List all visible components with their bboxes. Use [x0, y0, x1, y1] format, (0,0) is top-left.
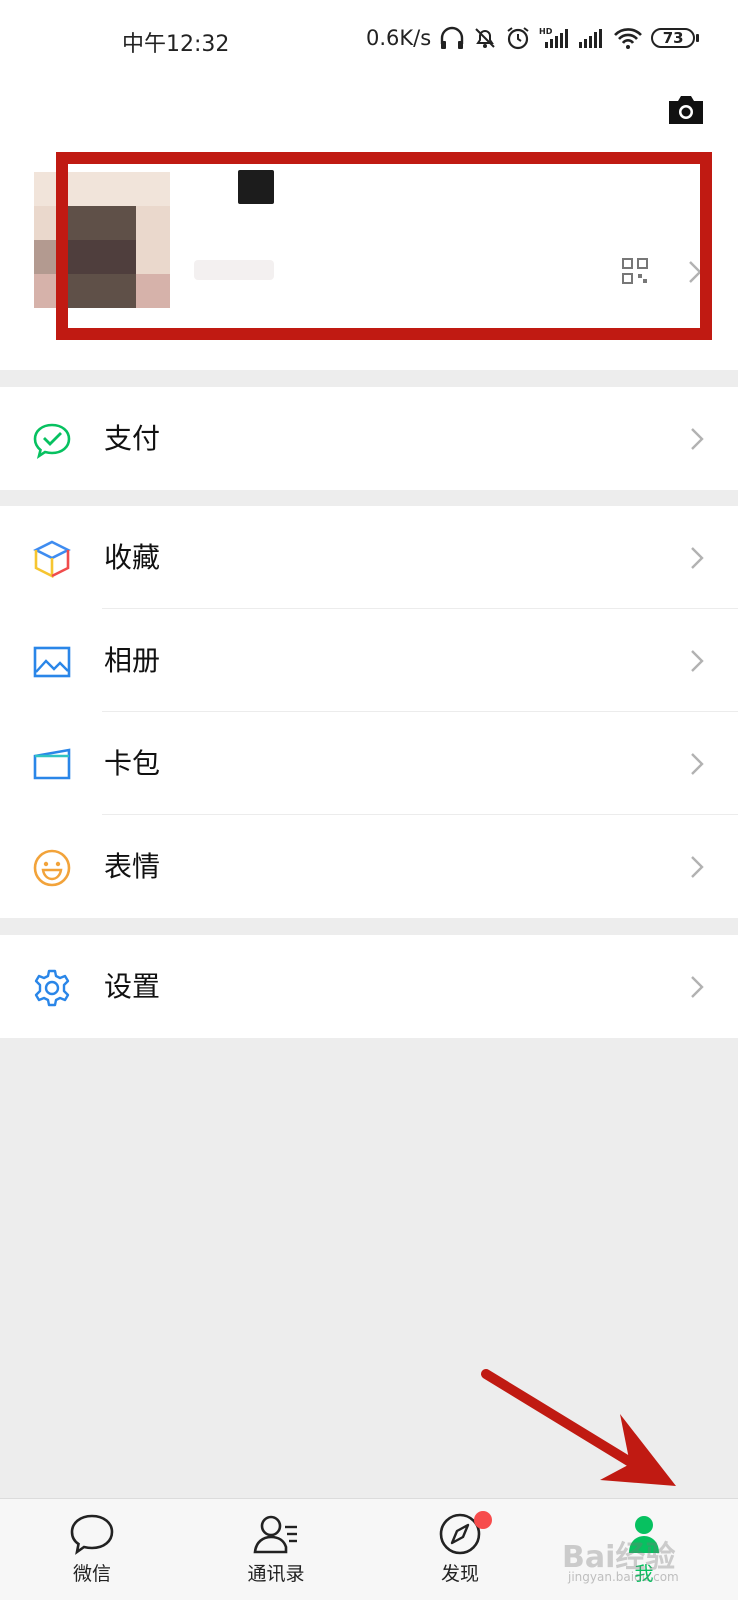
chevron-right-icon: [691, 856, 704, 878]
wechat-pay-icon: [33, 423, 71, 459]
status-icons: 0.6K/s HD 73: [366, 26, 700, 50]
album-icon: [33, 646, 71, 678]
chevron-right-icon: [691, 428, 704, 450]
menu-item-settings[interactable]: 设置: [0, 935, 738, 1038]
chat-bubble-icon: [70, 1514, 114, 1555]
hd-signal-icon: HD: [539, 27, 569, 48]
chevron-right-icon: [691, 976, 704, 998]
favorites-cube-icon: [33, 540, 71, 579]
annotation-arrow: [481, 1369, 676, 1486]
wifi-icon: [614, 28, 643, 49]
camera-icon[interactable]: [666, 90, 706, 130]
menu-item-stickers[interactable]: 表情: [0, 815, 738, 918]
battery-indicator: 73: [651, 28, 700, 48]
annotation-highlight-box: [56, 152, 712, 340]
menu-label-pay: 支付: [104, 422, 161, 455]
menu-item-cards[interactable]: 卡包: [0, 712, 738, 815]
svg-text:HD: HD: [539, 27, 553, 36]
gear-icon: [34, 969, 70, 1007]
battery-level: 73: [651, 28, 696, 48]
watermark-url: jingyan.baidu.com: [568, 1570, 679, 1584]
menu-label-album: 相册: [104, 644, 161, 677]
alarm-icon: [507, 27, 529, 50]
chevron-right-icon: [691, 547, 704, 569]
menu-label-cards: 卡包: [104, 747, 161, 780]
tab-label: 发现: [440, 1563, 479, 1585]
menu-group-settings: 设置: [0, 935, 738, 1038]
tab-discover[interactable]: 发现: [410, 1511, 510, 1599]
network-speed: 0.6K/s: [366, 26, 432, 50]
chevron-right-icon: [691, 753, 704, 775]
menu-label-favorites: 收藏: [104, 541, 161, 574]
menu-group-pay: 支付: [0, 387, 738, 490]
status-bar: 中午12:32 0.6K/s HD 73: [0, 0, 738, 84]
tab-label: 微信: [72, 1563, 111, 1585]
menu-group-main: 收藏 相册 卡包 表情: [0, 506, 738, 918]
menu-label-settings: 设置: [104, 970, 161, 1003]
mute-bell-icon: [475, 28, 495, 48]
chevron-right-icon: [691, 650, 704, 672]
menu-label-stickers: 表情: [104, 850, 161, 883]
signal-icon: [579, 29, 603, 48]
menu-item-pay[interactable]: 支付: [0, 387, 738, 490]
tab-contacts[interactable]: 通讯录: [226, 1513, 326, 1599]
profile-header[interactable]: [0, 84, 738, 370]
menu-item-favorites[interactable]: 收藏: [0, 506, 738, 609]
menu-item-album[interactable]: 相册: [0, 609, 738, 712]
contacts-icon: [253, 1515, 297, 1554]
tab-wechat[interactable]: 微信: [42, 1513, 142, 1599]
status-time: 中午12:32: [122, 32, 230, 57]
tab-label: 通讯录: [247, 1563, 305, 1585]
card-wallet-icon: [33, 748, 71, 780]
headphones-icon: [440, 26, 464, 49]
smile-icon: [33, 849, 71, 887]
new-badge-dot: [474, 1511, 492, 1529]
